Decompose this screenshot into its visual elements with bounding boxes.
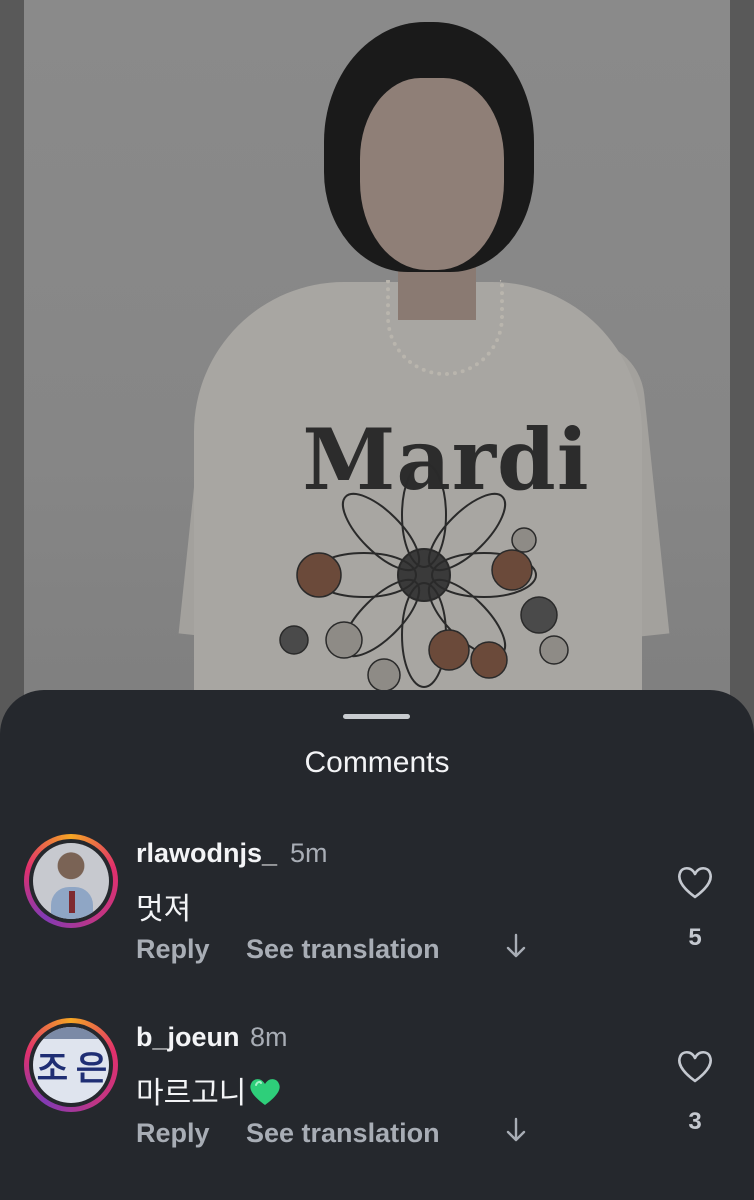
post-photo[interactable]: Mardi [24, 0, 730, 760]
reply-button[interactable]: Reply [136, 934, 210, 965]
sheet-drag-handle[interactable] [343, 714, 410, 719]
comment-time: 8m [250, 1022, 288, 1052]
like-count: 3 [688, 1108, 702, 1135]
heart-outline-icon[interactable] [676, 864, 714, 900]
comment-username[interactable]: b_joeun [136, 1022, 240, 1053]
down-arrow-icon[interactable] [504, 1116, 528, 1144]
down-arrow-icon[interactable] [504, 932, 528, 960]
heart-outline-icon[interactable] [676, 1048, 714, 1084]
comment-text-wrap: 마르고니 [136, 1068, 282, 1112]
reply-button[interactable]: Reply [136, 1118, 210, 1149]
comment-username[interactable]: rlawodnjs_ [136, 838, 277, 869]
sheet-title: Comments [304, 746, 450, 779]
comment-time: 5m [290, 838, 328, 868]
avatar-sign-text: 조 은 [36, 1049, 107, 1089]
comment-item: rlawodnjs_ 5m 멋져 Reply See translation 5 [0, 834, 754, 984]
comment-text: 마르고니 [136, 1076, 247, 1111]
avatar: 조 은 [33, 1027, 109, 1103]
like-count: 5 [688, 924, 702, 951]
flower-print-graphic [279, 462, 569, 692]
see-translation-button[interactable]: See translation [246, 1118, 440, 1149]
avatar [33, 843, 109, 919]
comment-item: 조 은 b_joeun 8m 마르고니 Reply See translatio… [0, 1018, 754, 1168]
post-photo-backdrop: Mardi [0, 0, 754, 760]
comments-sheet: Comments rlawodnjs_ 5m 멋져 Reply See tran… [0, 690, 754, 1200]
see-translation-button[interactable]: See translation [246, 934, 440, 965]
avatar-story-ring[interactable]: 조 은 [24, 1018, 118, 1112]
avatar-story-ring[interactable] [24, 834, 118, 928]
comment-text: 멋져 [136, 892, 192, 927]
green-heart-emoji-icon [250, 1079, 281, 1105]
